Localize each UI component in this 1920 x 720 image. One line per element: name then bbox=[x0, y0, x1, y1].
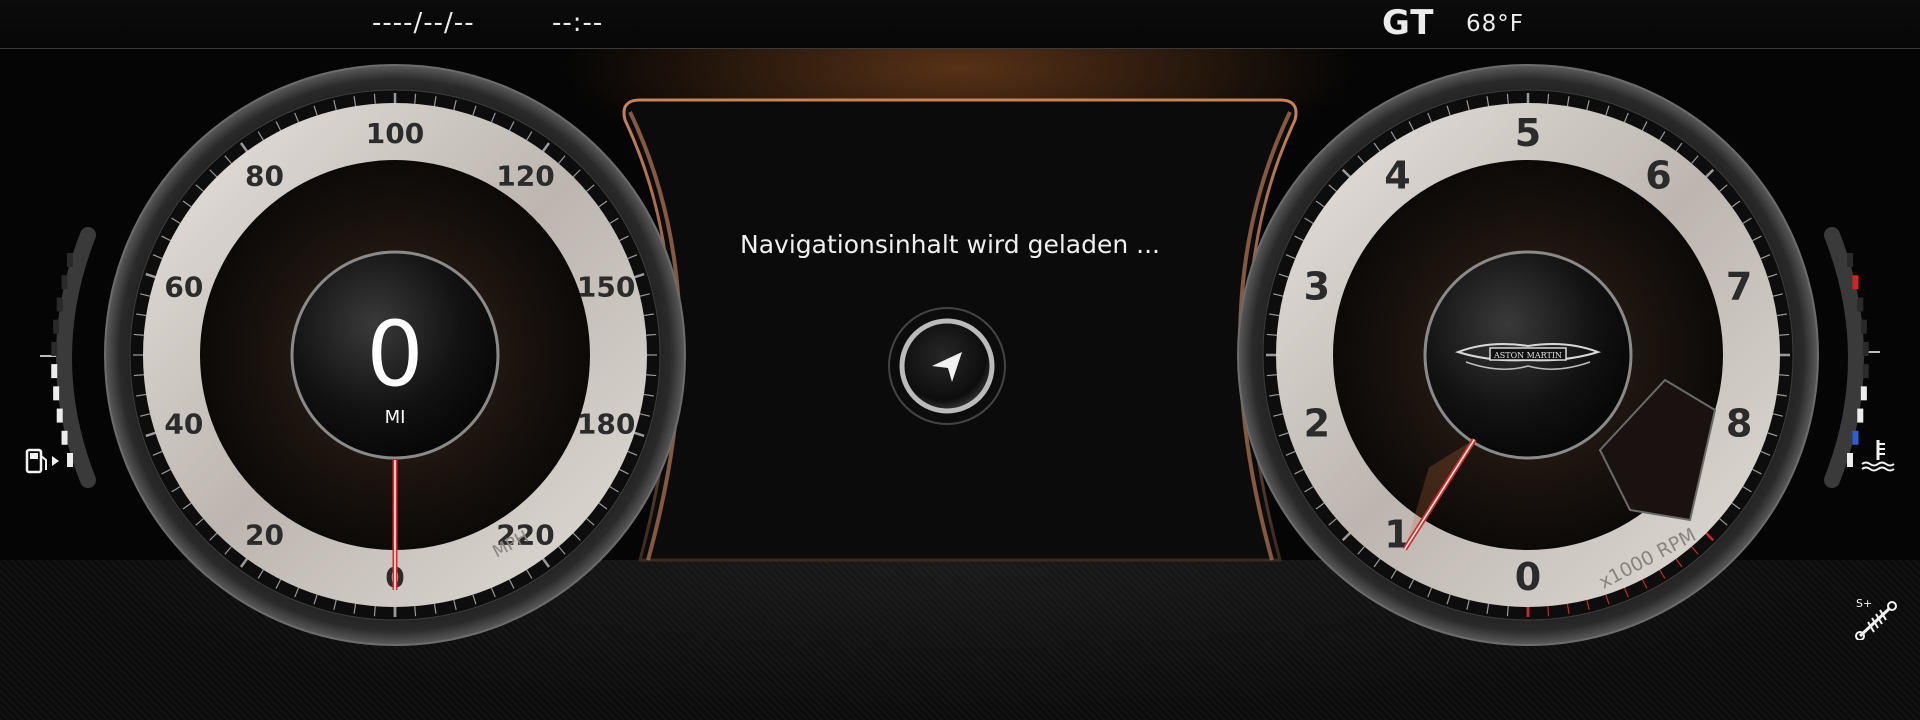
level-bar-segment bbox=[1847, 453, 1853, 467]
tachometer-label: 8 bbox=[1726, 402, 1752, 446]
level-bar-segment bbox=[56, 408, 63, 423]
speedometer-label: 80 bbox=[245, 159, 284, 192]
tachometer-tick bbox=[1547, 606, 1550, 617]
tachometer-tick bbox=[1779, 333, 1790, 336]
fuel-gauge bbox=[40, 227, 96, 488]
tachometer-tick bbox=[1506, 93, 1509, 104]
speedometer: 020406080100120150180220 0 MI MPH bbox=[104, 64, 686, 646]
level-bar-segment bbox=[61, 275, 68, 290]
speedometer-label: 100 bbox=[366, 117, 424, 150]
level-bar-segment bbox=[1862, 341, 1869, 356]
svg-text:S+: S+ bbox=[1856, 597, 1872, 610]
tachometer-label: 5 bbox=[1515, 111, 1541, 155]
level-bar-segment bbox=[51, 341, 58, 356]
speedometer-tick bbox=[133, 374, 144, 377]
speedometer-tick bbox=[414, 93, 417, 104]
coolant-temperature-icon bbox=[1860, 438, 1896, 479]
tachometer-label: 4 bbox=[1384, 153, 1410, 197]
tachometer: 012345678 ASTON MARTIN x1000 RPM bbox=[1237, 64, 1819, 646]
instrument-cluster: 020406080100120150180220 0 MI MPH 012345… bbox=[40, 64, 1880, 646]
level-bar-segment bbox=[56, 297, 63, 312]
navigation-status-message: Navigationsinhalt wird geladen ... bbox=[740, 230, 1160, 259]
level-bar-segment bbox=[51, 364, 58, 379]
tachometer-tick bbox=[1547, 93, 1550, 104]
speedometer-label: 180 bbox=[577, 408, 635, 441]
level-bar-segment bbox=[1857, 408, 1864, 423]
speedometer-tick bbox=[373, 93, 376, 104]
tachometer-label: 3 bbox=[1304, 264, 1330, 308]
speedometer-tick bbox=[646, 374, 657, 377]
speedometer-tick bbox=[373, 606, 376, 617]
tachometer-tick bbox=[1779, 374, 1790, 377]
level-bar-segment bbox=[1857, 297, 1864, 312]
speedometer-label: 20 bbox=[245, 519, 284, 552]
level-bar-segment bbox=[1860, 319, 1867, 334]
trip-unit-label: MI bbox=[385, 407, 406, 428]
level-bar-segment bbox=[1860, 386, 1867, 401]
speedometer-tick bbox=[414, 606, 417, 617]
speedometer-label: 150 bbox=[577, 270, 635, 303]
svg-text:ASTON MARTIN: ASTON MARTIN bbox=[1493, 351, 1562, 360]
speedometer-tick bbox=[646, 333, 657, 336]
level-bar-segment bbox=[1862, 364, 1869, 379]
tachometer-tick bbox=[1266, 374, 1277, 377]
tachometer-label: 0 bbox=[1515, 555, 1541, 599]
tachometer-label: 6 bbox=[1645, 153, 1671, 197]
level-bar-segment bbox=[1852, 430, 1859, 445]
speedometer-label: 120 bbox=[496, 159, 554, 192]
level-bar-segment bbox=[53, 386, 60, 401]
level-bar-segment bbox=[53, 319, 60, 334]
navigation-button[interactable] bbox=[888, 307, 1006, 425]
level-bar-segment bbox=[1847, 253, 1853, 267]
level-bar-segment bbox=[61, 430, 68, 445]
fuel-pump-icon bbox=[24, 446, 64, 483]
speedometer-label: 40 bbox=[164, 408, 203, 441]
level-bar-segment bbox=[67, 453, 73, 467]
tachometer-tick bbox=[1506, 606, 1509, 617]
level-bar-segment bbox=[67, 253, 73, 267]
speed-readout: 0 bbox=[366, 302, 423, 407]
tachometer-label: 2 bbox=[1304, 402, 1330, 446]
tachometer-label: 7 bbox=[1726, 264, 1752, 308]
speedometer-label: 60 bbox=[164, 270, 203, 303]
level-bar-segment bbox=[1852, 275, 1859, 290]
suspension-sport-plus-icon: S+ bbox=[1852, 596, 1900, 647]
tachometer-tick bbox=[1266, 333, 1277, 336]
speedometer-tick bbox=[133, 333, 144, 336]
